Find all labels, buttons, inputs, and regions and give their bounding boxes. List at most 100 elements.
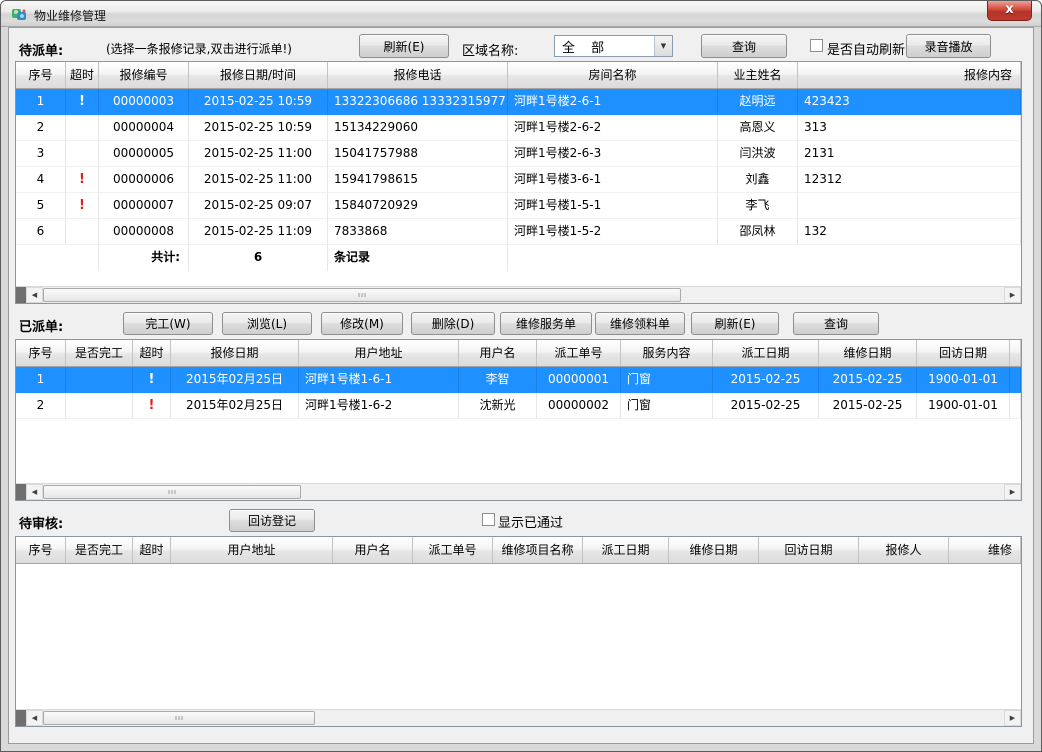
column-header-overdue[interactable]: 超时 [66,62,99,88]
cell-owner-name: 邵凤林 [718,219,798,245]
scroll-left-icon[interactable]: ◀ [26,287,43,303]
query-dispatched-button[interactable]: 查询 [793,312,879,335]
cell-maintain-date: 2015-02-25 [819,367,917,393]
column-header-is-done[interactable]: 是否完工 [66,537,133,563]
material-order-button[interactable]: 维修领料单 [595,312,685,335]
summary-count: 6 [189,245,328,271]
table-row[interactable]: 3000000052015-02-25 11:0015041757988河畔1号… [16,141,1021,167]
scrollbar-thumb[interactable] [43,711,315,725]
table-row[interactable]: 2000000042015-02-25 10:5915134229060河畔1号… [16,115,1021,141]
summary-unit: 条记录 [328,245,508,271]
delete-button[interactable]: 删除(D) [411,312,495,335]
show-passed-checkbox[interactable] [482,513,495,526]
service-order-button[interactable]: 维修服务单 [500,312,592,335]
column-header-repair-no[interactable]: 报修编号 [99,62,189,88]
column-header-dispatch-date[interactable]: 派工日期 [713,340,819,366]
finish-button[interactable]: 完工(W) [123,312,213,335]
browse-button[interactable]: 浏览(L) [222,312,312,335]
cell-dispatch-date: 2015-02-25 [713,367,819,393]
column-header-dispatch-no[interactable]: 派工单号 [413,537,493,563]
column-header-user-name[interactable]: 用户名 [459,340,537,366]
modify-button[interactable]: 修改(M) [321,312,403,335]
cell-repair-phone: 15134229060 [328,115,508,141]
cell-repair-no: 00000004 [99,115,189,141]
cell-owner-name: 李飞 [718,193,798,219]
column-header-room-name[interactable]: 房间名称 [508,62,718,88]
pending-table-body: 序号超时报修编号报修日期/时间报修电话房间名称业主姓名报修内容1!0000000… [16,62,1021,286]
column-header-maintain-date[interactable]: 维修日期 [669,537,759,563]
scroll-right-icon[interactable]: ▶ [1004,710,1021,726]
scroll-right-icon[interactable]: ▶ [1004,287,1021,303]
column-header-overdue[interactable]: 超时 [133,537,171,563]
refresh-button[interactable]: 刷新(E) [359,34,449,58]
area-select[interactable]: 全 部 ▼ [554,35,673,57]
cell-index: 3 [16,141,66,167]
chevron-down-icon[interactable]: ▼ [654,36,672,56]
cell-room-name: 河畔1号楼1-5-2 [508,219,718,245]
cell-repair-no: 00000007 [99,193,189,219]
column-header-blank[interactable] [1010,340,1021,366]
table-row[interactable]: 6000000082015-02-25 11:097833868河畔1号楼1-5… [16,219,1021,245]
column-header-user-address[interactable]: 用户地址 [299,340,459,366]
refresh-dispatched-button[interactable]: 刷新(E) [691,312,779,335]
cell-repair-datetime: 2015-02-25 11:00 [189,167,328,193]
close-button[interactable]: x [987,1,1032,21]
scroll-left-icon[interactable]: ◀ [26,484,43,500]
table-header-row: 序号超时报修编号报修日期/时间报修电话房间名称业主姓名报修内容 [16,62,1021,89]
cell-repair-datetime: 2015-02-25 10:59 [189,115,328,141]
table-row[interactable]: 4!000000062015-02-25 11:0015941798615河畔1… [16,167,1021,193]
cell-dispatch-no: 00000002 [537,393,621,419]
cell-repair-phone: 7833868 [328,219,508,245]
column-header-repair-date[interactable]: 报修日期 [171,340,299,366]
cell-repair-content: 313 [798,115,1021,141]
column-header-dispatch-date[interactable]: 派工日期 [583,537,669,563]
scroll-right-icon[interactable]: ▶ [1004,484,1021,500]
column-header-visit-date[interactable]: 回访日期 [759,537,859,563]
cell-user-address: 河畔1号楼1-6-1 [299,367,459,393]
scrollbar-thumb[interactable] [43,288,681,302]
column-header-service-content[interactable]: 服务内容 [621,340,713,366]
cell-maintain-date: 2015-02-25 [819,393,917,419]
pending-hscrollbar[interactable]: ◀ ▶ [16,286,1021,303]
scrollbar-track[interactable] [301,484,1004,500]
column-header-user-address[interactable]: 用户地址 [171,537,333,563]
column-header-overdue[interactable]: 超时 [133,340,171,366]
query-button[interactable]: 查询 [701,34,787,58]
cell-repair-no: 00000006 [99,167,189,193]
scrollbar-track[interactable] [681,287,1004,303]
column-header-is-done[interactable]: 是否完工 [66,340,133,366]
column-header-reporter[interactable]: 报修人 [859,537,949,563]
column-header-index[interactable]: 序号 [16,537,66,563]
column-header-owner-name[interactable]: 业主姓名 [718,62,798,88]
record-play-button[interactable]: 录音播放 [906,34,991,58]
title-bar[interactable]: 物业维修管理 x [1,1,1041,27]
column-header-maintain-date[interactable]: 维修日期 [819,340,917,366]
column-header-repair-item[interactable]: 维修项目名称 [493,537,583,563]
auto-refresh-checkbox[interactable] [810,39,823,52]
pending-table: 序号超时报修编号报修日期/时间报修电话房间名称业主姓名报修内容1!0000000… [15,61,1022,304]
cell-blank [1010,367,1021,393]
column-header-dispatch-no[interactable]: 派工单号 [537,340,621,366]
cell-overdue: ! [66,193,99,219]
cell-overdue: ! [66,167,99,193]
review-hscrollbar[interactable]: ◀ ▶ [16,709,1021,726]
column-header-user-name[interactable]: 用户名 [333,537,413,563]
table-row[interactable]: 1!000000032015-02-25 10:5913322306686 13… [16,89,1021,115]
column-header-index[interactable]: 序号 [16,340,66,366]
column-header-index[interactable]: 序号 [16,62,66,88]
dispatched-table-body: 序号是否完工超时报修日期用户地址用户名派工单号服务内容派工日期维修日期回访日期1… [16,340,1021,483]
scrollbar-track[interactable] [315,710,1004,726]
visit-register-button[interactable]: 回访登记 [229,509,315,532]
column-header-maintain-cut[interactable]: 维修 [949,537,1021,563]
table-row[interactable]: 5!000000072015-02-25 09:0715840720929河畔1… [16,193,1021,219]
column-header-repair-phone[interactable]: 报修电话 [328,62,508,88]
scrollbar-thumb[interactable] [43,485,301,499]
column-header-repair-content[interactable]: 报修内容 [798,62,1021,88]
column-header-visit-date[interactable]: 回访日期 [917,340,1010,366]
column-header-repair-datetime[interactable]: 报修日期/时间 [189,62,328,88]
scroll-left-icon[interactable]: ◀ [26,710,43,726]
cell-blank [1010,393,1021,419]
dispatched-hscrollbar[interactable]: ◀ ▶ [16,483,1021,500]
table-row[interactable]: 1!2015年02月25日河畔1号楼1-6-1李智00000001门窗2015-… [16,367,1021,393]
table-row[interactable]: 2!2015年02月25日河畔1号楼1-6-2沈新光00000002门窗2015… [16,393,1021,419]
